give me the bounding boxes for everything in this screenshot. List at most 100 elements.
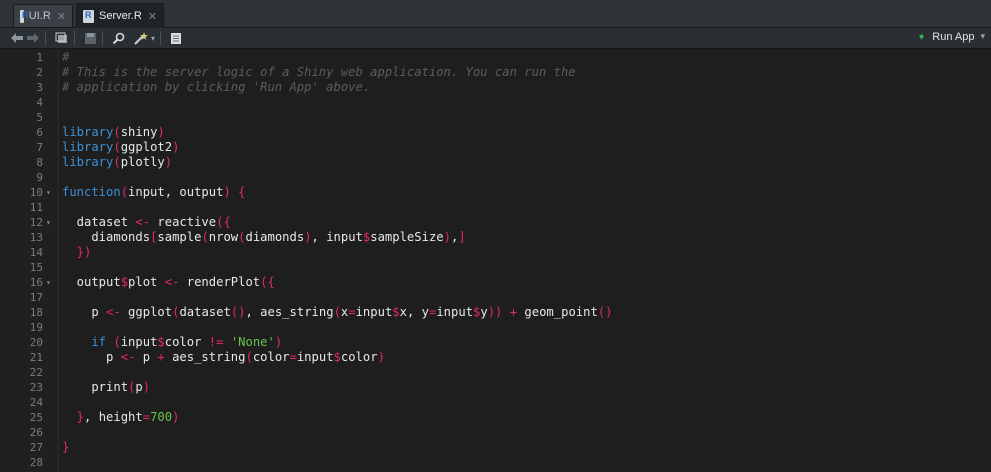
code-token: shiny bbox=[120, 125, 158, 139]
code-text: library(plotly) bbox=[62, 155, 172, 170]
tab-server-r[interactable]: Server.R ✕ bbox=[76, 3, 164, 28]
code-token: ) bbox=[172, 140, 180, 154]
code-text: library(shiny) bbox=[62, 125, 165, 140]
code-line: 12 ▾ dataset <- reactive({ bbox=[0, 215, 991, 230]
forward-arrow-icon[interactable] bbox=[26, 30, 40, 46]
r-file-icon bbox=[83, 9, 94, 23]
code-token: renderPlot bbox=[179, 275, 261, 289]
code-text: }, height=700) bbox=[62, 410, 180, 425]
line-number: 15 bbox=[29, 261, 43, 274]
line-number: 25 bbox=[29, 411, 43, 424]
line-number: 19 bbox=[29, 321, 43, 334]
back-arrow-icon[interactable] bbox=[10, 30, 24, 46]
chevron-down-icon[interactable]: ▾ bbox=[980, 31, 985, 42]
code-token: reactive bbox=[150, 215, 217, 229]
code-token: sampleSize bbox=[370, 230, 444, 244]
code-line: 9 bbox=[0, 170, 991, 185]
code-token: input bbox=[120, 335, 158, 349]
run-app-button[interactable]: ➧ Run App ▾ bbox=[917, 30, 985, 44]
code-line: 16 ▾ output$plot <- renderPlot({ bbox=[0, 275, 991, 290]
code-token: <- bbox=[135, 215, 151, 229]
close-icon[interactable]: ✕ bbox=[148, 10, 157, 23]
code-token: ( bbox=[113, 155, 121, 169]
code-token: p bbox=[135, 380, 143, 394]
code-token: ( bbox=[201, 230, 209, 244]
editor-tab-bar: UI.R ✕ Server.R ✕ bbox=[0, 0, 991, 28]
code-token: ) bbox=[304, 230, 312, 244]
code-token: nrow bbox=[208, 230, 239, 244]
code-token: if bbox=[62, 335, 107, 349]
code-token: library bbox=[62, 140, 114, 154]
code-line: 7 library(ggplot2) bbox=[0, 140, 991, 155]
code-line: 10 ▾ function(input, output) { bbox=[0, 185, 991, 200]
fold-toggle-icon[interactable]: ▾ bbox=[46, 275, 51, 290]
code-editor[interactable]: 1 #2 # This is the server logic of a Shiny… bbox=[0, 49, 991, 472]
line-number: 21 bbox=[29, 351, 43, 364]
code-text: dataset <- reactive({ bbox=[62, 215, 231, 230]
code-token: ) bbox=[157, 125, 165, 139]
fold-toggle-icon[interactable]: ▾ bbox=[46, 185, 51, 200]
line-number: 7 bbox=[36, 141, 43, 154]
code-token: library bbox=[62, 125, 114, 139]
save-icon[interactable] bbox=[84, 30, 97, 46]
code-token: ) bbox=[172, 410, 180, 424]
toolbar-separator bbox=[45, 31, 46, 45]
code-token: ) bbox=[443, 230, 451, 244]
code-line: 3 # application by clicking 'Run App' abo… bbox=[0, 80, 991, 95]
code-token: ( bbox=[113, 140, 121, 154]
code-line: 19 bbox=[0, 320, 991, 335]
code-text: output$plot <- renderPlot({ bbox=[62, 275, 275, 290]
code-token: <- bbox=[120, 350, 136, 364]
code-text: function(input, output) { bbox=[62, 185, 245, 200]
code-token: $ bbox=[120, 275, 129, 289]
code-text: library(ggplot2) bbox=[62, 140, 179, 155]
code-text: diamonds[sample(nrow(diamonds), input$sa… bbox=[62, 230, 465, 245]
code-token: input bbox=[436, 305, 474, 319]
code-token: 700 bbox=[150, 410, 173, 424]
line-number: 26 bbox=[29, 426, 43, 439]
code-token: # bbox=[62, 50, 70, 64]
code-text: print(p) bbox=[62, 380, 150, 395]
chevron-down-icon[interactable]: ▾ bbox=[151, 30, 155, 46]
code-line: 22 bbox=[0, 365, 991, 380]
line-number: 27 bbox=[29, 441, 43, 454]
code-token: $ bbox=[392, 305, 400, 319]
code-line: 20 if (input$color != 'None') bbox=[0, 335, 991, 350]
close-icon[interactable]: ✕ bbox=[57, 10, 66, 23]
code-token: $ bbox=[157, 335, 165, 349]
code-token: p bbox=[62, 350, 121, 364]
search-icon[interactable] bbox=[112, 30, 125, 46]
editor-toolbar: ▾ ➧ Run App ▾ bbox=[0, 28, 991, 49]
notebook-icon[interactable] bbox=[170, 30, 182, 46]
tab-ui-r[interactable]: UI.R ✕ bbox=[13, 4, 73, 27]
toolbar-separator bbox=[74, 31, 75, 45]
fold-toggle-icon[interactable]: ▾ bbox=[46, 215, 51, 230]
code-line: 25 }, height=700) bbox=[0, 410, 991, 425]
line-number: 2 bbox=[36, 66, 43, 79]
code-token: # This is the server logic of a Shiny we… bbox=[62, 65, 576, 79]
code-text: p <- ggplot(dataset(), aes_string(x=inpu… bbox=[62, 305, 612, 320]
code-token: } bbox=[62, 440, 70, 454]
code-token: () bbox=[597, 305, 613, 319]
code-text: # This is the server logic of a Shiny we… bbox=[62, 65, 576, 80]
code-token: x, y bbox=[399, 305, 429, 319]
line-number: 6 bbox=[36, 126, 43, 139]
code-token: = bbox=[142, 410, 151, 424]
code-line: 1 # bbox=[0, 50, 991, 65]
code-token: + bbox=[509, 305, 518, 319]
code-token: ) bbox=[274, 335, 283, 349]
code-token: ) bbox=[377, 350, 385, 364]
magic-wand-icon[interactable] bbox=[133, 30, 149, 46]
code-line: 2 # This is the server logic of a Shiny w… bbox=[0, 65, 991, 80]
code-token: ( bbox=[113, 125, 121, 139]
show-in-new-window-icon[interactable] bbox=[55, 30, 69, 46]
code-token: color bbox=[252, 350, 290, 364]
code-token: , height bbox=[84, 410, 143, 424]
code-token: ( bbox=[333, 305, 341, 319]
code-token: , input bbox=[311, 230, 363, 244]
code-token: dataset bbox=[179, 305, 231, 319]
code-line: 23 print(p) bbox=[0, 380, 991, 395]
code-token: diamonds bbox=[245, 230, 305, 244]
